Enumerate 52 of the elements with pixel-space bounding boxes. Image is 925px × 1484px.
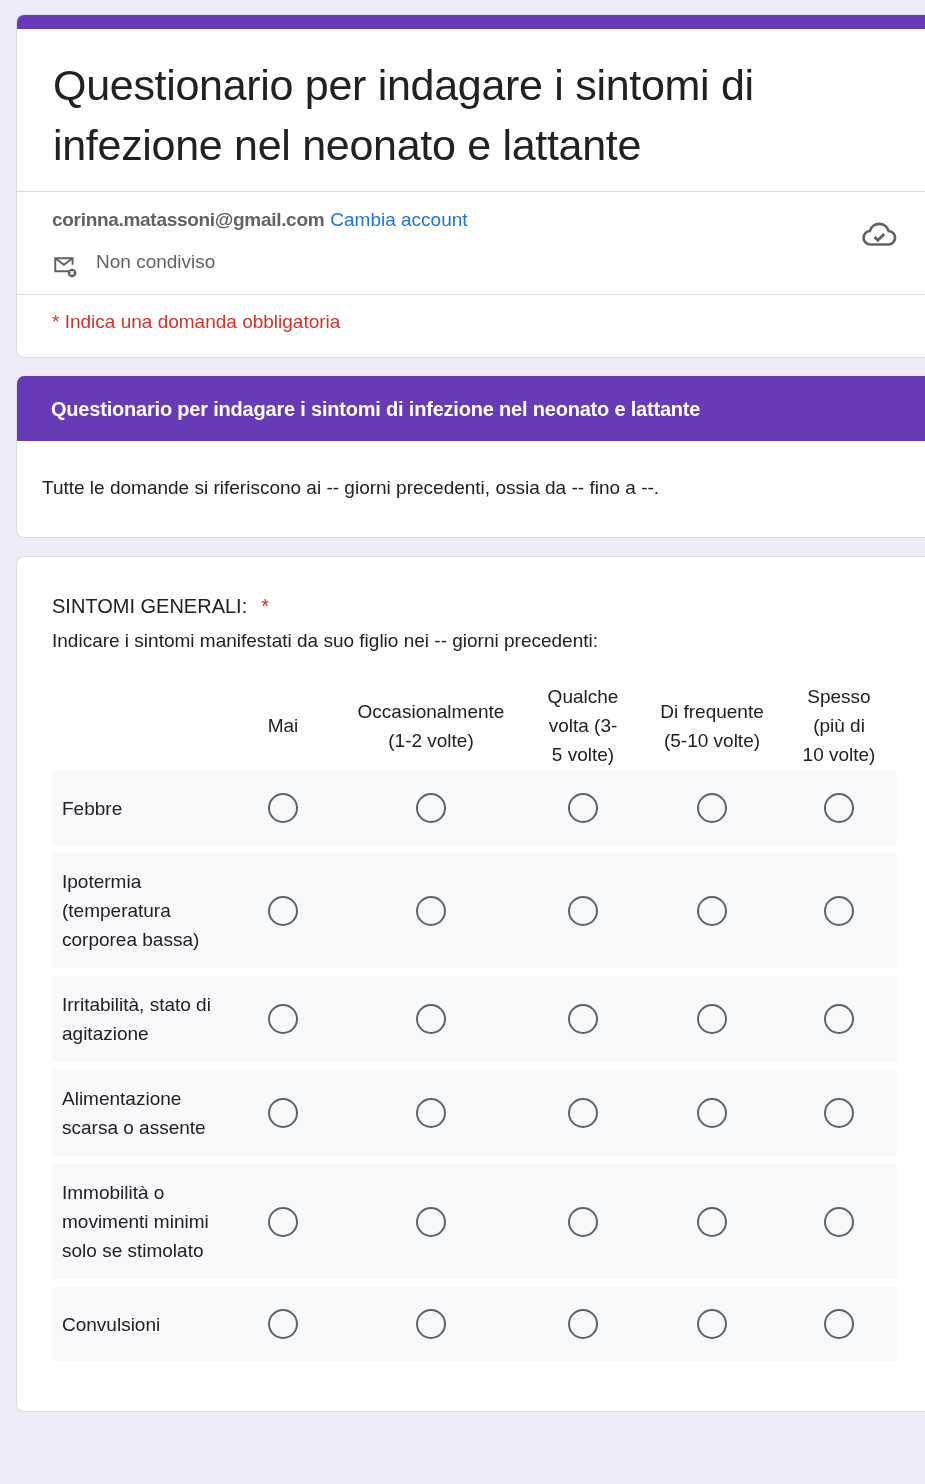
radio-button[interactable]	[824, 1004, 854, 1034]
row-label: Immobilità o movimenti minimi solo se stimolato	[61, 1181, 210, 1263]
radio-button[interactable]	[697, 1098, 727, 1128]
switch-account-link[interactable]: Cambia account	[330, 209, 468, 230]
radio-button[interactable]	[416, 895, 446, 926]
radio-button[interactable]	[697, 793, 727, 823]
radio-button[interactable]	[268, 1004, 298, 1034]
column-header: Spesso (più di 10 volte)	[802, 686, 876, 765]
radio-button[interactable]	[568, 895, 598, 926]
question-description: Indicare i sintomi manifestati da suo figlio nei -- giorni precedenti:	[52, 630, 599, 652]
radio-button[interactable]	[568, 1309, 598, 1339]
row-label: Febbre	[61, 796, 124, 821]
radio-button[interactable]	[824, 895, 854, 926]
column-header: Qualche volta (3-5 volte)	[547, 686, 619, 765]
radio-button[interactable]	[268, 895, 298, 926]
column-header: Mai	[267, 715, 299, 736]
radio-button[interactable]	[268, 1206, 298, 1237]
radio-button[interactable]	[824, 1098, 854, 1128]
radio-button[interactable]	[824, 1206, 854, 1237]
mail-crossed-icon	[52, 254, 78, 280]
radio-button[interactable]	[416, 1309, 446, 1339]
column-header: Occasionalmente (1-2 volte)	[357, 700, 505, 751]
radio-button[interactable]	[416, 1206, 446, 1237]
question-title: SINTOMI GENERALI:	[52, 595, 248, 618]
radio-button[interactable]	[568, 1004, 598, 1034]
radio-button[interactable]	[697, 1206, 727, 1237]
row-label: Irritabilità, stato di agitazione	[61, 993, 212, 1046]
radio-button[interactable]	[416, 793, 446, 823]
radio-button[interactable]	[568, 1206, 598, 1237]
radio-button[interactable]	[568, 793, 598, 823]
row-label: Ipotermia (temperatura corporea bassa)	[61, 870, 201, 952]
radio-button[interactable]	[697, 1309, 727, 1339]
radio-button[interactable]	[824, 1309, 854, 1339]
radio-button[interactable]	[697, 1004, 727, 1034]
radio-button[interactable]	[268, 1309, 298, 1339]
column-header: Di frequente (5-10 volte)	[660, 700, 764, 751]
radio-button[interactable]	[268, 793, 298, 823]
sharing-status: Non condiviso	[96, 251, 216, 273]
radio-button[interactable]	[416, 1004, 446, 1034]
row-label: Convulsioni	[61, 1312, 162, 1337]
account-email: corinna.matassoni@gmail.com	[52, 209, 325, 230]
row-label: Alimentazione scarsa o assente	[61, 1087, 207, 1140]
section-description: Tutte le domande si riferiscono ai -- giorni precedenti, ossia da -- fino a --.	[41, 476, 661, 500]
radio-button[interactable]	[268, 1098, 298, 1128]
radio-button[interactable]	[416, 1098, 446, 1128]
radio-button[interactable]	[697, 895, 727, 926]
radio-button[interactable]	[568, 1098, 598, 1128]
form-title: Questionario per indagare i sintomi di infezione nel neonato e lattante	[17, 29, 925, 192]
required-note: * Indica una domanda obbligatoria	[51, 310, 342, 334]
required-asterisk: *	[261, 595, 270, 618]
radio-button[interactable]	[824, 793, 854, 823]
section-header: Questionario per indagare i sintomi di infezione nel neonato e lattante	[17, 376, 925, 441]
